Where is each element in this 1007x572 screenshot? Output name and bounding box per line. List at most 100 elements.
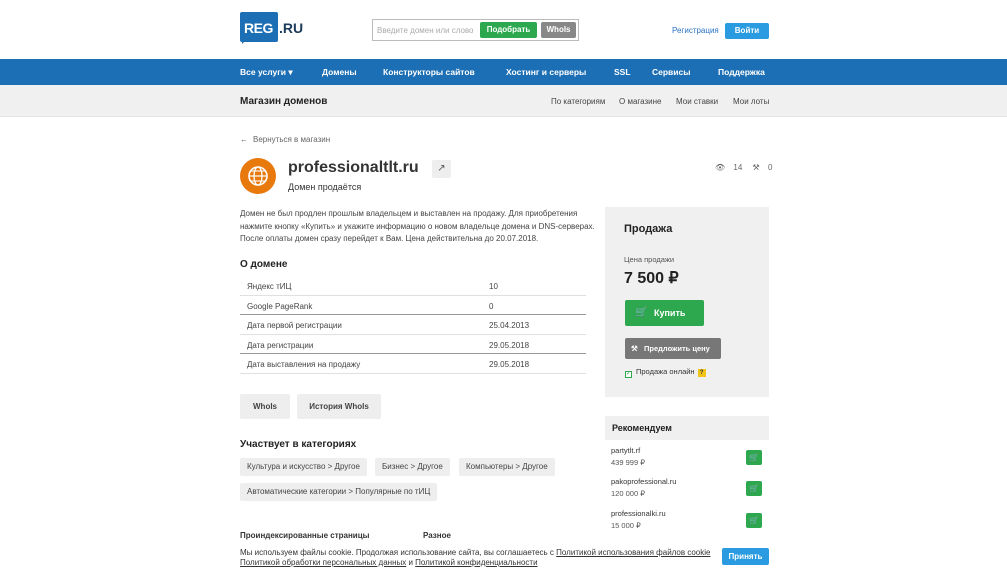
nav-services[interactable]: Сервисы (652, 67, 691, 77)
accept-cookies-button[interactable]: Принять (722, 548, 769, 565)
cart-icon[interactable]: 🛒 (746, 481, 762, 496)
domain-stats: 👁 14 ⚒ 0 (715, 163, 772, 172)
row-value: 29.05.2018 (489, 360, 530, 370)
cart-icon: 🛒 (635, 307, 648, 318)
table-row: Яндекс тИЦ 10 (240, 276, 586, 296)
rec-domain-name[interactable]: professionalki.ru (611, 509, 666, 518)
row-value: 0 (489, 301, 494, 311)
cookie-text-part: Мы используем файлы cookie. Продолжая ис… (240, 548, 557, 557)
sub-link-my-bids[interactable]: Мои ставки (676, 97, 718, 106)
about-domain-table: Яндекс тИЦ 10 Google PageRank 0 Дата пер… (240, 276, 586, 374)
list-item: professionalki.ru 15 000 ₽ 🛒 (611, 509, 769, 537)
online-sale-row: ✓ Продажа онлайн? (625, 367, 706, 378)
description-line: нажмите кнопку «Купить» и укажите информ… (240, 221, 595, 231)
about-domain-heading: О домене (240, 259, 288, 270)
description-line: Домен не был продлен прошлым владельцем … (240, 209, 578, 218)
row-key: Яндекс тИЦ (247, 282, 292, 291)
category-chip[interactable]: Бизнес > Другое (375, 458, 450, 476)
table-row: Google PageRank 0 (240, 296, 586, 316)
category-chip[interactable]: Компьютеры > Другое (459, 458, 555, 476)
cookie-policy-link[interactable]: Политикой использования файлов cookie (556, 548, 710, 557)
sale-panel: Продажа Цена продажи 7 500 ₽ 🛒 Купить ⚒ … (605, 207, 769, 397)
reg-ru-logo[interactable]: REG .RU (240, 12, 306, 44)
row-value: 25.04.2013 (489, 321, 530, 331)
external-link-icon[interactable]: ↗ (432, 160, 451, 178)
offer-price-button[interactable]: ⚒ Предложить цену (625, 338, 721, 359)
indexed-pages-heading: Проиндексированные страницы (240, 531, 370, 540)
domain-search-input[interactable] (377, 23, 479, 37)
recommend-header: Рекомендуем (605, 416, 769, 440)
nav-site-builders[interactable]: Конструкторы сайтов (383, 67, 475, 77)
cookie-text: Мы используем файлы cookie. Продолжая ис… (240, 548, 710, 568)
eye-icon: 👁 (715, 163, 726, 172)
buy-button[interactable]: 🛒 Купить (625, 300, 704, 326)
list-item: partytlt.rf 439 999 ₽ 🛒 (611, 446, 769, 474)
misc-heading: Разное (423, 531, 451, 540)
back-to-shop-link[interactable]: ← Вернуться в магазин (240, 135, 330, 144)
whois-history-button[interactable]: История WhoIs (297, 394, 381, 419)
sale-title: Продажа (624, 223, 673, 235)
list-item: pakoprofessional.ru 120 000 ₽ 🛒 (611, 477, 769, 505)
table-row: Дата выставления на продажу 29.05.2018 (240, 354, 586, 374)
globe-icon (240, 158, 276, 194)
pick-domain-button[interactable]: Подобрать (480, 22, 537, 38)
domain-description: Домен не был продлен прошлым владельцем … (240, 208, 595, 246)
gavel-icon: ⚒ (631, 344, 638, 353)
sub-link-my-lots[interactable]: Мои лоты (733, 97, 769, 106)
views-count: 14 (733, 163, 743, 172)
nav-ssl[interactable]: SSL (614, 67, 631, 77)
cart-icon[interactable]: 🛒 (746, 450, 762, 465)
online-sale-checkbox[interactable]: ✓ (625, 371, 632, 378)
row-key: Google PageRank (247, 301, 313, 311)
offer-label: Предложить цену (644, 344, 710, 353)
row-key: Дата выставления на продажу (247, 360, 361, 370)
nav-domains[interactable]: Домены (322, 67, 357, 77)
category-chip[interactable]: Культура и искусство > Другое (240, 458, 367, 476)
cookie-banner: Мы используем файлы cookie. Продолжая ис… (0, 544, 1007, 572)
domain-search: Подобрать WhoIs (372, 19, 579, 41)
domain-name: professionaltlt.ru (288, 159, 419, 176)
bids-count: 0 (767, 163, 773, 172)
rec-domain-price: 439 999 ₽ (611, 458, 645, 467)
arrow-left-icon: ← (240, 135, 248, 144)
gavel-icon: ⚒ (752, 163, 760, 172)
category-chip[interactable]: Автоматические категории > Популярные по… (240, 483, 438, 501)
row-key: Дата первой регистрации (247, 321, 342, 331)
table-row: Дата первой регистрации 25.04.2013 (240, 315, 586, 335)
sub-link-categories[interactable]: По категориям (551, 97, 605, 106)
online-sale-label: Продажа онлайн (636, 367, 695, 376)
rec-domain-price: 15 000 ₽ (611, 521, 641, 530)
page-title: Магазин доменов (240, 96, 328, 107)
main-nav: Все услуги ▾ Домены Конструкторы сайтов … (0, 59, 1007, 85)
login-button[interactable]: Войти (725, 23, 769, 39)
description-line: После оплаты домен сразу перейдет к Вам.… (240, 234, 539, 243)
rec-domain-name[interactable]: pakoprofessional.ru (611, 477, 676, 486)
register-link[interactable]: Регистрация (672, 26, 719, 35)
privacy-data-policy-link[interactable]: Политикой обработки персональных данных (240, 558, 406, 567)
cookie-and: и (406, 558, 416, 567)
logo-text-ru: .RU (279, 20, 304, 36)
row-value: 29.05.2018 (489, 340, 530, 350)
nav-support[interactable]: Поддержка (718, 67, 765, 77)
recommend-panel: Рекомендуем partytlt.rf 439 999 ₽ 🛒 pako… (605, 416, 769, 532)
sub-link-about-shop[interactable]: О магазине (619, 97, 662, 106)
confidentiality-policy-link[interactable]: Политикой конфиденциальности (415, 558, 537, 567)
domain-status: Домен продаётся (288, 182, 362, 192)
shop-subbar: Магазин доменов По категориям О магазине… (0, 85, 1007, 117)
whois-button[interactable]: WhoIs (240, 394, 290, 419)
nav-hosting[interactable]: Хостинг и серверы (506, 67, 586, 77)
cart-icon[interactable]: 🛒 (746, 513, 762, 528)
row-key: Дата регистрации (247, 340, 314, 350)
logo-text-reg: REG (244, 20, 273, 36)
whois-search-button[interactable]: WhoIs (541, 22, 576, 38)
row-value: 10 (489, 282, 498, 291)
categories-heading: Участвует в категориях (240, 439, 357, 450)
help-icon[interactable]: ? (697, 369, 706, 377)
rec-domain-name[interactable]: partytlt.rf (611, 446, 640, 455)
recommend-title: Рекомендуем (612, 423, 672, 433)
back-label: Вернуться в магазин (253, 135, 331, 144)
sale-price: 7 500 ₽ (624, 270, 679, 287)
table-row: Дата регистрации 29.05.2018 (240, 335, 586, 355)
nav-all-services[interactable]: Все услуги ▾ (240, 67, 293, 78)
buy-label: Купить (654, 308, 686, 318)
